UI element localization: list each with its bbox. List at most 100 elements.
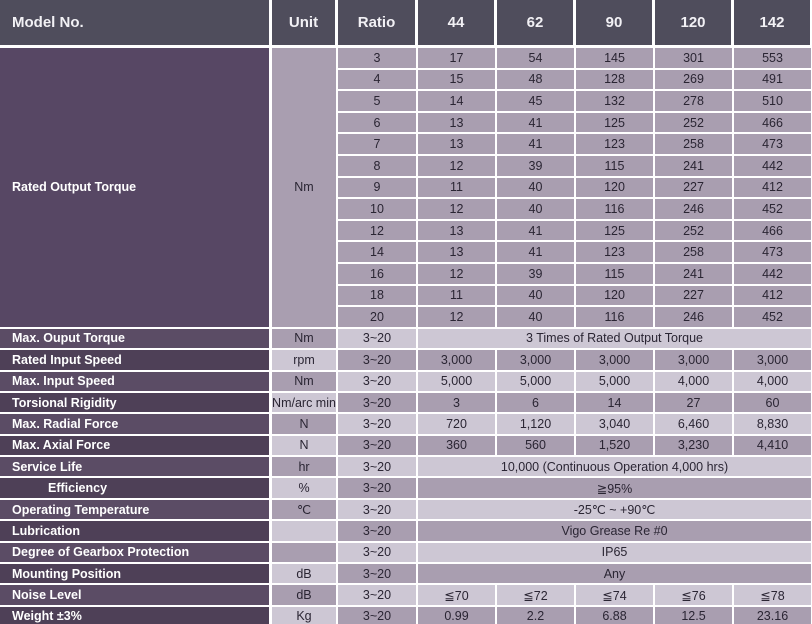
ratio-cell: 14 [338, 242, 418, 264]
spec-unit: rpm [272, 350, 338, 372]
torque-value-cell: 553 [734, 48, 812, 70]
torque-value-cell: 12 [418, 199, 497, 221]
spec-value-cell: 3,000 [576, 350, 655, 372]
spec-ratio: 3~20 [338, 564, 418, 586]
spec-value-cell: 8,830 [734, 414, 812, 436]
header-model-142: 142 [734, 0, 812, 48]
header-unit: Unit [272, 0, 338, 48]
torque-value-cell: 13 [418, 242, 497, 264]
spec-value-cell: 3,230 [655, 435, 734, 458]
spec-value-cell: 3 [418, 392, 497, 415]
spec-value-cell: ≦70 [418, 585, 497, 607]
torque-value-cell: 452 [734, 199, 812, 221]
rated-output-torque-grid: 3 17 54 145 301 553 4 15 48 128 269 491 5 14 45 132 278 5… [338, 48, 812, 329]
rated-torque-row: 10 12 40 116 246 452 [338, 199, 812, 221]
torque-value-cell: 252 [655, 112, 734, 135]
ratio-cell: 7 [338, 134, 418, 156]
torque-value-cell: 116 [576, 307, 655, 329]
ratio-cell: 4 [338, 69, 418, 92]
spec-merged-value: Vigo Grease Re #0 [418, 521, 812, 543]
torque-value-cell: 125 [576, 220, 655, 243]
spec-label: Lubrication [0, 521, 272, 543]
spec-label: Operating Temperature [0, 499, 272, 522]
torque-value-cell: 442 [734, 155, 812, 178]
spec-merged-value: 3 Times of Rated Output Torque [418, 328, 812, 351]
torque-value-cell: 473 [734, 242, 812, 264]
torque-value-cell: 452 [734, 307, 812, 329]
ratio-cell: 6 [338, 112, 418, 135]
spec-merged-value: -25℃ ~ +90℃ [418, 499, 812, 522]
ratio-cell: 9 [338, 177, 418, 200]
table-row: Max. Ouput Torque Nm 3~20 3 Times of Rated … [0, 328, 812, 351]
spec-value-cell: 4,410 [734, 435, 812, 458]
spec-unit: N [272, 414, 338, 436]
header-model-no: Model No. [0, 0, 272, 48]
rated-torque-row: 4 15 48 128 269 491 [338, 69, 812, 92]
spec-ratio: 3~20 [338, 478, 418, 500]
torque-value-cell: 252 [655, 220, 734, 243]
spec-value-cell: 3,000 [734, 350, 812, 372]
spec-unit: N [272, 435, 338, 458]
torque-value-cell: 11 [418, 285, 497, 308]
torque-value-cell: 39 [497, 263, 576, 286]
table-row: Efficiency% 3~20 ≧95% [0, 478, 812, 500]
spec-value-cell: 3,000 [497, 350, 576, 372]
ratio-cell: 16 [338, 263, 418, 286]
spec-value-cell: ≦76 [655, 585, 734, 607]
spec-unit: % [272, 478, 338, 500]
spec-merged-value: Any [418, 564, 812, 586]
spec-merged-value: IP65 [418, 542, 812, 565]
torque-value-cell: 128 [576, 69, 655, 92]
rated-torque-row: 7 13 41 123 258 473 [338, 134, 812, 156]
torque-value-cell: 278 [655, 91, 734, 113]
spec-value-cell: 5,000 [497, 371, 576, 393]
spec-unit: ℃ [272, 499, 338, 522]
header-ratio: Ratio [338, 0, 418, 48]
torque-value-cell: 120 [576, 285, 655, 308]
table-row: Operating Temperature ℃ 3~20 -25℃ ~ +90℃ [0, 499, 812, 522]
torque-value-cell: 40 [497, 199, 576, 221]
rated-torque-row: 18 11 40 120 227 412 [338, 285, 812, 308]
ratio-cell: 3 [338, 48, 418, 70]
table-header-row: Model No. Unit Ratio 44 62 90 120 142 [0, 0, 812, 48]
torque-value-cell: 258 [655, 242, 734, 264]
torque-value-cell: 115 [576, 155, 655, 178]
torque-value-cell: 510 [734, 91, 812, 113]
spec-unit [272, 521, 338, 543]
spec-value-cell: 360 [418, 435, 497, 458]
torque-value-cell: 116 [576, 199, 655, 221]
torque-value-cell: 145 [576, 48, 655, 70]
torque-value-cell: 227 [655, 285, 734, 308]
torque-value-cell: 13 [418, 134, 497, 156]
spec-ratio: 3~20 [338, 542, 418, 565]
rated-torque-row: 20 12 40 116 246 452 [338, 307, 812, 329]
spec-value-cell: 4,000 [734, 371, 812, 393]
torque-value-cell: 40 [497, 307, 576, 329]
torque-value-cell: 54 [497, 48, 576, 70]
spec-value-cell: 5,000 [576, 371, 655, 393]
header-model-120: 120 [655, 0, 734, 48]
spec-ratio: 3~20 [338, 435, 418, 458]
header-model-62: 62 [497, 0, 576, 48]
spec-label: Rated Input Speed [0, 350, 272, 372]
spec-value-cell: 6.88 [576, 606, 655, 624]
torque-value-cell: 466 [734, 112, 812, 135]
spec-merged-value: ≧95% [418, 478, 812, 500]
spec-label: Max. Radial Force [0, 414, 272, 436]
spec-unit: Nm [272, 371, 338, 393]
spec-value-cell: ≦72 [497, 585, 576, 607]
torque-value-cell: 48 [497, 69, 576, 92]
spec-value-cell: 14 [576, 392, 655, 415]
torque-value-cell: 241 [655, 263, 734, 286]
torque-value-cell: 13 [418, 220, 497, 243]
torque-value-cell: 45 [497, 91, 576, 113]
ratio-cell: 20 [338, 307, 418, 329]
spec-ratio: 3~20 [338, 606, 418, 624]
spec-ratio: 3~20 [338, 585, 418, 607]
torque-value-cell: 39 [497, 155, 576, 178]
torque-value-cell: 11 [418, 177, 497, 200]
torque-value-cell: 491 [734, 69, 812, 92]
spec-value-cell: 6,460 [655, 414, 734, 436]
spec-value-cell: 3,000 [655, 350, 734, 372]
spec-label: Max. Input Speed [0, 371, 272, 393]
